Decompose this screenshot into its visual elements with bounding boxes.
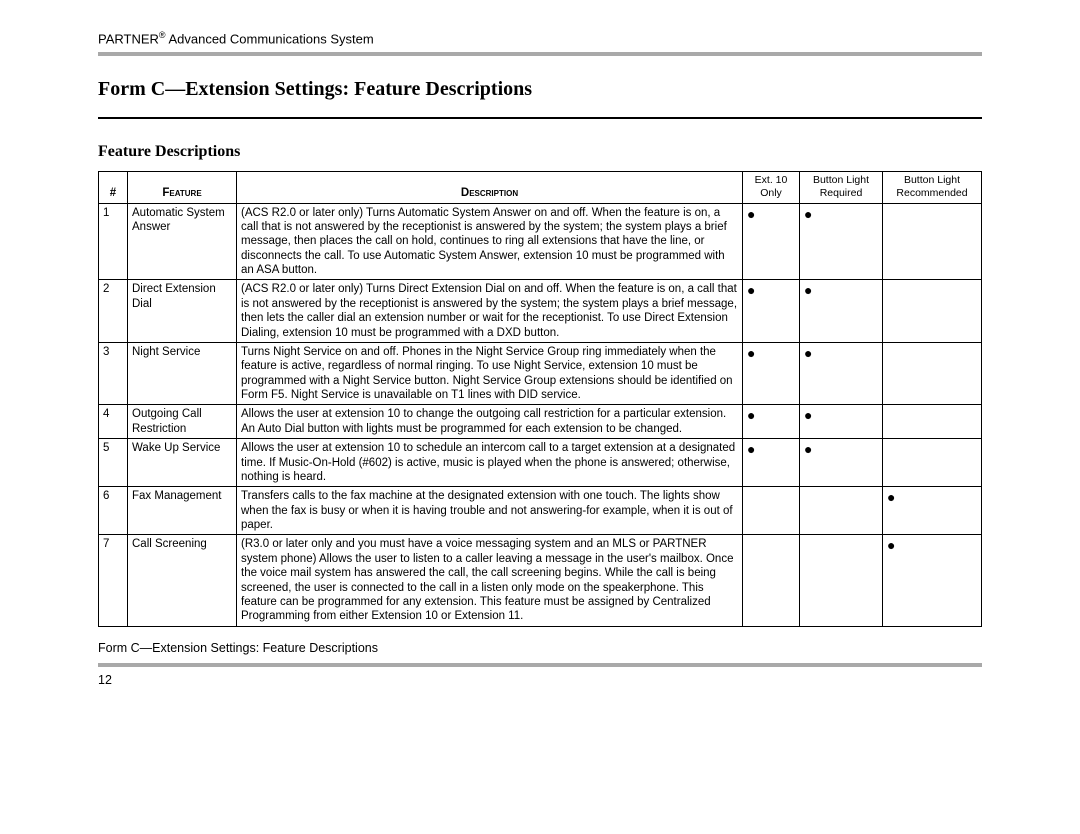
cell-feature: Direct Extension Dial bbox=[128, 280, 237, 343]
cell-ext10: ● bbox=[743, 342, 800, 405]
table-row: 1Automatic System Answer(ACS R2.0 or lat… bbox=[99, 203, 982, 280]
cell-blreq: ● bbox=[800, 280, 883, 343]
table-row: 6Fax ManagementTransfers calls to the fa… bbox=[99, 487, 982, 535]
table-row: 4Outgoing Call RestrictionAllows the use… bbox=[99, 405, 982, 439]
section-heading: Feature Descriptions bbox=[98, 143, 982, 161]
cell-ext10 bbox=[743, 535, 800, 626]
feature-table: # Feature Description Ext. 10 Only Butto… bbox=[98, 171, 982, 626]
cell-blreq: ● bbox=[800, 342, 883, 405]
cell-blrec bbox=[883, 280, 982, 343]
cell-blrec bbox=[883, 439, 982, 487]
table-row: 5Wake Up ServiceAllows the user at exten… bbox=[99, 439, 982, 487]
cell-blreq bbox=[800, 535, 883, 626]
registered-icon: ® bbox=[159, 30, 166, 40]
cell-ext10: ● bbox=[743, 439, 800, 487]
cell-feature: Automatic System Answer bbox=[128, 203, 237, 280]
cell-num: 2 bbox=[99, 280, 128, 343]
cell-description: Allows the user at extension 10 to chang… bbox=[237, 405, 743, 439]
cell-feature: Fax Management bbox=[128, 487, 237, 535]
cell-num: 1 bbox=[99, 203, 128, 280]
cell-num: 4 bbox=[99, 405, 128, 439]
cell-blreq bbox=[800, 487, 883, 535]
cell-ext10: ● bbox=[743, 280, 800, 343]
col-num: # bbox=[99, 172, 128, 203]
footer-title: Form C—Extension Settings: Feature Descr… bbox=[98, 641, 982, 655]
table-row: 7Call Screening(R3.0 or later only and y… bbox=[99, 535, 982, 626]
cell-description: Transfers calls to the fax machine at th… bbox=[237, 487, 743, 535]
cell-blreq: ● bbox=[800, 405, 883, 439]
cell-description: (ACS R2.0 or later only) Turns Direct Ex… bbox=[237, 280, 743, 343]
cell-blrec: ● bbox=[883, 535, 982, 626]
cell-num: 5 bbox=[99, 439, 128, 487]
cell-description: Turns Night Service on and off. Phones i… bbox=[237, 342, 743, 405]
table-row: 3Night ServiceTurns Night Service on and… bbox=[99, 342, 982, 405]
header-tail: Advanced Communications System bbox=[166, 31, 374, 46]
table-header-row: # Feature Description Ext. 10 Only Butto… bbox=[99, 172, 982, 203]
page-number: 12 bbox=[98, 673, 982, 687]
cell-num: 3 bbox=[99, 342, 128, 405]
cell-feature: Wake Up Service bbox=[128, 439, 237, 487]
cell-blrec: ● bbox=[883, 487, 982, 535]
page-title: Form C—Extension Settings: Feature Descr… bbox=[98, 78, 982, 101]
cell-description: Allows the user at extension 10 to sched… bbox=[237, 439, 743, 487]
cell-ext10: ● bbox=[743, 203, 800, 280]
cell-blreq: ● bbox=[800, 203, 883, 280]
cell-feature: Outgoing Call Restriction bbox=[128, 405, 237, 439]
cell-blreq: ● bbox=[800, 439, 883, 487]
cell-blrec bbox=[883, 203, 982, 280]
cell-blrec bbox=[883, 405, 982, 439]
running-header: PARTNER® Advanced Communications System bbox=[98, 30, 982, 46]
col-desc: Description bbox=[237, 172, 743, 203]
page: PARTNER® Advanced Communications System … bbox=[0, 0, 1080, 834]
cell-ext10 bbox=[743, 487, 800, 535]
cell-num: 7 bbox=[99, 535, 128, 626]
cell-feature: Night Service bbox=[128, 342, 237, 405]
cell-description: (R3.0 or later only and you must have a … bbox=[237, 535, 743, 626]
col-ext10: Ext. 10 Only bbox=[743, 172, 800, 203]
top-rule bbox=[98, 52, 982, 56]
cell-num: 6 bbox=[99, 487, 128, 535]
header-brand: PARTNER bbox=[98, 31, 159, 46]
cell-description: (ACS R2.0 or later only) Turns Automatic… bbox=[237, 203, 743, 280]
col-blrec: Button Light Recommended bbox=[883, 172, 982, 203]
cell-ext10: ● bbox=[743, 405, 800, 439]
table-row: 2Direct Extension Dial(ACS R2.0 or later… bbox=[99, 280, 982, 343]
col-blreq: Button Light Required bbox=[800, 172, 883, 203]
cell-feature: Call Screening bbox=[128, 535, 237, 626]
col-feature: Feature bbox=[128, 172, 237, 203]
title-rule bbox=[98, 117, 982, 119]
cell-blrec bbox=[883, 342, 982, 405]
bottom-rule bbox=[98, 663, 982, 667]
